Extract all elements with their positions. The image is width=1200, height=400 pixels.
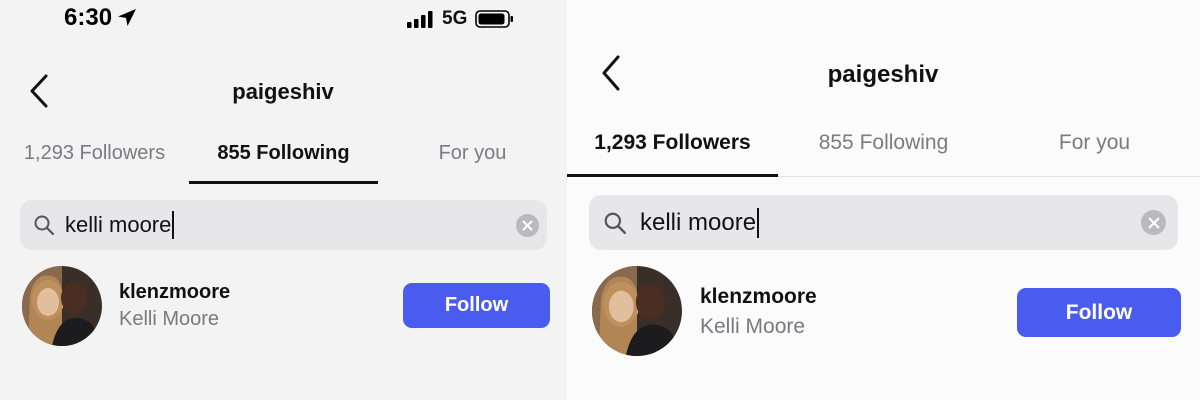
signal-bars-icon bbox=[407, 11, 433, 28]
status-bar-time: 6:30 bbox=[64, 4, 138, 32]
active-tab-underline bbox=[189, 181, 378, 184]
left-screenshot: 6:30 5G paigeshiv 1,293 Followers 855 Fo… bbox=[0, 0, 567, 400]
active-tab-underline bbox=[567, 174, 778, 177]
avatar[interactable] bbox=[22, 266, 102, 346]
search-query: kelli moore bbox=[640, 208, 757, 236]
back-chevron-icon[interactable] bbox=[600, 55, 622, 91]
status-bar-cropped-icon bbox=[607, 0, 697, 4]
clear-search-icon[interactable] bbox=[516, 214, 539, 237]
result-username[interactable]: klenzmoore bbox=[700, 285, 817, 309]
text-caret bbox=[757, 207, 760, 238]
result-username[interactable]: klenzmoore bbox=[119, 281, 230, 304]
tab-followers[interactable]: 1,293 Followers bbox=[567, 131, 778, 155]
status-bar-time-cropped bbox=[607, 0, 697, 4]
tab-for-you[interactable]: For you bbox=[378, 142, 567, 165]
page-title: paigeshiv bbox=[232, 79, 334, 104]
text-caret bbox=[172, 211, 175, 239]
right-screenshot: paigeshiv 1,293 Followers 855 Following … bbox=[567, 0, 1200, 400]
result-fullname: Kelli Moore bbox=[119, 308, 220, 330]
status-bar-indicators: 5G bbox=[406, 8, 515, 30]
network-label: 5G bbox=[442, 8, 468, 29]
tab-for-you[interactable]: For you bbox=[989, 131, 1200, 155]
status-bar-indicators-cropped bbox=[1020, 0, 1140, 6]
battery-icon bbox=[475, 10, 514, 28]
tab-followers[interactable]: 1,293 Followers bbox=[0, 142, 189, 165]
avatar[interactable] bbox=[592, 266, 682, 356]
search-input[interactable]: kelli moore bbox=[20, 200, 547, 250]
follow-button[interactable]: Follow bbox=[403, 283, 550, 328]
back-chevron-icon[interactable] bbox=[28, 74, 50, 108]
search-query: kelli moore bbox=[65, 212, 172, 237]
clear-search-icon[interactable] bbox=[1141, 210, 1166, 235]
search-icon bbox=[34, 215, 55, 236]
search-icon bbox=[604, 212, 627, 234]
tab-following[interactable]: 855 Following bbox=[189, 142, 378, 165]
follow-button[interactable]: Follow bbox=[1017, 288, 1181, 337]
location-arrow-icon bbox=[118, 9, 137, 26]
signal-bars-icon bbox=[1020, 0, 1140, 6]
tab-following[interactable]: 855 Following bbox=[778, 131, 989, 155]
search-input[interactable]: kelli moore bbox=[589, 195, 1178, 250]
page-title: paigeshiv bbox=[827, 61, 939, 88]
result-fullname: Kelli Moore bbox=[700, 315, 806, 338]
